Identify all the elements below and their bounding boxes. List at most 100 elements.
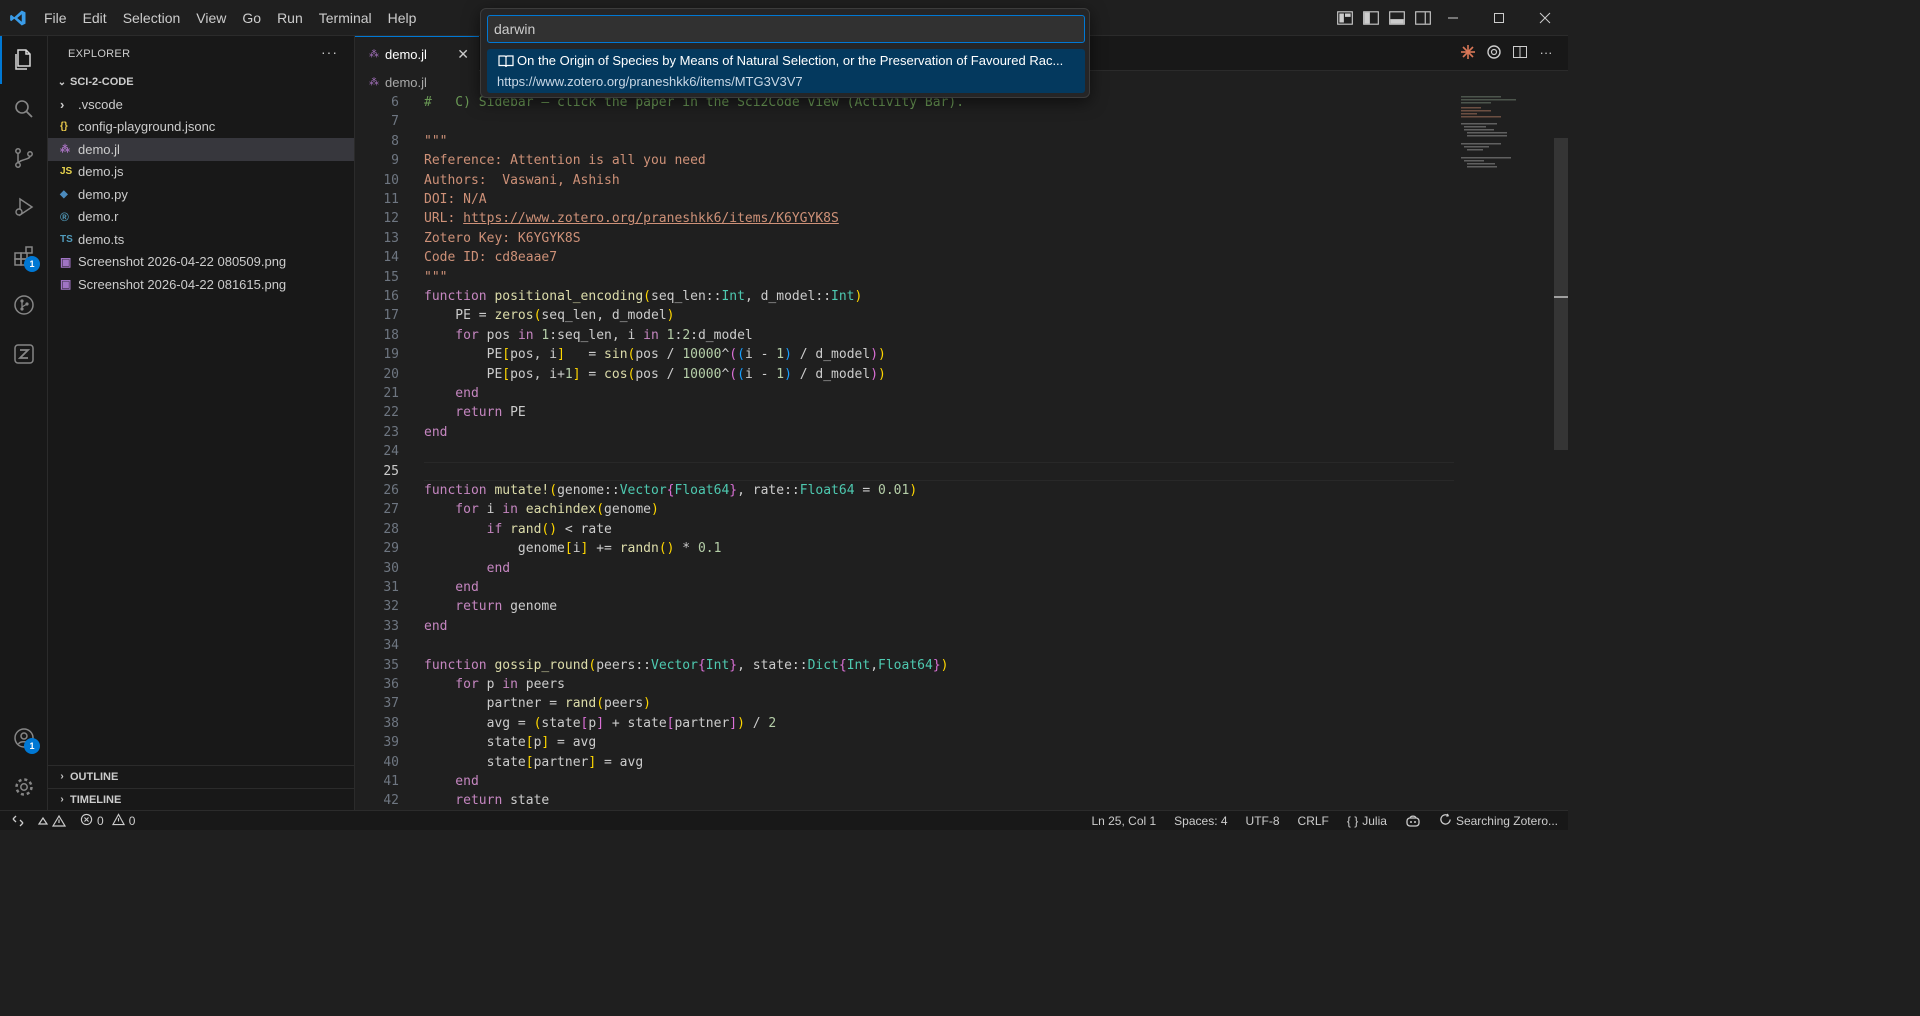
zotero-search-status[interactable]: Searching Zotero... — [1439, 813, 1558, 829]
code-line[interactable]: 31 end — [355, 578, 1455, 597]
code-line[interactable]: 17 PE = zeros(seq_len, d_model) — [355, 306, 1455, 325]
settings-gear-icon[interactable] — [0, 763, 48, 811]
toggle-primary-sidebar-icon[interactable] — [1362, 9, 1380, 27]
code-line[interactable]: 13 Zotero Key: K6YGYK8S — [355, 229, 1455, 248]
code-line[interactable]: 24 — [355, 442, 1455, 461]
code-line[interactable]: 10 Authors: Vaswani, Ashish — [355, 171, 1455, 190]
code-line[interactable]: 14 Code ID: cd8eaae7 — [355, 248, 1455, 267]
tab-demo-jl[interactable]: ⁂ demo.jl ✕ — [355, 36, 479, 71]
menu-run[interactable]: Run — [269, 0, 311, 36]
code-line[interactable]: 27 for i in eachindex(genome) — [355, 500, 1455, 519]
code-line[interactable]: 11 DOI: N/A — [355, 190, 1455, 209]
code-line[interactable]: 38 avg = (state[p] + state[partner]) / 2 — [355, 714, 1455, 733]
maximize-icon[interactable] — [1476, 0, 1522, 36]
menu-help[interactable]: Help — [380, 0, 425, 36]
code-line[interactable]: 32 return genome — [355, 597, 1455, 616]
timeline-section[interactable]: › TIMELINE — [48, 788, 354, 810]
run-debug-icon[interactable] — [0, 183, 48, 231]
code-line[interactable]: 41 end — [355, 772, 1455, 791]
code-line[interactable]: 30 end — [355, 559, 1455, 578]
code-line[interactable]: 7 — [355, 112, 1455, 131]
minimap[interactable] — [1455, 93, 1555, 193]
tree-item-vscode[interactable]: › .vscode — [48, 93, 354, 116]
code-line[interactable]: 22 return PE — [355, 403, 1455, 422]
customize-layout-icon[interactable] — [1336, 9, 1354, 27]
menu-edit[interactable]: Edit — [75, 0, 115, 36]
search-icon[interactable] — [0, 85, 48, 133]
breadcrumb-file[interactable]: demo.jl — [385, 75, 427, 90]
toggle-panel-icon[interactable] — [1388, 9, 1406, 27]
workspace-folder[interactable]: ⌄ SCI-2-CODE — [48, 71, 354, 93]
problems-indicator[interactable]: 0 0 — [80, 812, 135, 829]
extensions-icon[interactable]: 1 — [0, 232, 48, 280]
more-actions-icon[interactable]: ··· — [1538, 44, 1554, 60]
tree-item-demo-py[interactable]: ◆ demo.py — [48, 183, 354, 206]
claude-icon[interactable] — [1460, 44, 1476, 60]
minimize-icon[interactable] — [1430, 0, 1476, 36]
code-token: PE — [424, 366, 503, 382]
close-tab-icon[interactable]: ✕ — [457, 46, 469, 63]
source-control-icon[interactable] — [0, 134, 48, 182]
code-line[interactable]: 23 end — [355, 423, 1455, 442]
code-line[interactable]: 12 URL: https://www.zotero.org/praneshkk6… — [355, 209, 1455, 228]
tree-item-demo-js[interactable]: JS demo.js — [48, 161, 354, 184]
tree-item-demo-ts[interactable]: TS demo.ts — [48, 228, 354, 251]
menu-file[interactable]: File — [36, 0, 75, 36]
git-graph-icon[interactable] — [0, 281, 48, 329]
vertical-scrollbar[interactable] — [1554, 138, 1568, 450]
code-line[interactable]: 9 Reference: Attention is all you need — [355, 151, 1455, 170]
menu-terminal[interactable]: Terminal — [311, 0, 380, 36]
code-line[interactable]: 40 state[partner] = avg — [355, 753, 1455, 772]
language-mode[interactable]: { } Julia — [1347, 814, 1387, 828]
outline-section[interactable]: › OUTLINE — [48, 765, 354, 787]
code-token[interactable]: https://www.zotero.org/praneshkk6/items/… — [463, 211, 839, 226]
code-line[interactable]: 37 partner = rand(peers) — [355, 694, 1455, 713]
code-token: avg = — [424, 715, 534, 731]
code-line[interactable]: 28 if rand() < rate — [355, 520, 1455, 539]
more-actions-icon[interactable]: ··· — [321, 44, 338, 60]
no-ports-icon[interactable] — [36, 814, 66, 828]
code-line[interactable]: 20 PE[pos, i+1] = cos(pos / 10000^((i - … — [355, 365, 1455, 384]
code-line[interactable]: 26 function mutate!(genome::Vector{Float6… — [355, 481, 1455, 500]
code-line[interactable]: 35 function gossip_round(peers::Vector{In… — [355, 656, 1455, 675]
zotero-icon[interactable] — [0, 330, 48, 378]
indentation[interactable]: Spaces: 4 — [1174, 814, 1227, 828]
code-line[interactable]: 39 state[p] = avg — [355, 733, 1455, 752]
code-line[interactable]: 42 return state — [355, 791, 1455, 810]
tree-item-demo-jl[interactable]: ⁂ demo.jl — [48, 138, 354, 161]
code-line[interactable]: 36 for p in peers — [355, 675, 1455, 694]
quick-pick-item[interactable]: On the Origin of Species by Means of Nat… — [487, 49, 1085, 93]
chatgpt-icon[interactable] — [1486, 44, 1502, 60]
accounts-icon[interactable]: 1 — [0, 714, 48, 762]
code-line[interactable]: 33 end — [355, 617, 1455, 636]
code-token: + state — [604, 715, 667, 731]
remote-indicator-icon[interactable] — [0, 811, 36, 831]
code-editor[interactable]: 6 # C) Sidebar — click the paper in the S… — [355, 93, 1568, 810]
code-line[interactable]: 18 for pos in 1:seq_len, i in 1:2:d_mode… — [355, 326, 1455, 345]
menu-go[interactable]: Go — [234, 0, 269, 36]
quick-pick-input[interactable] — [487, 15, 1085, 43]
code-line[interactable]: 25 — [355, 461, 1455, 481]
tree-item-screenshot-2[interactable]: ▣ Screenshot 2026-04-22 081615.png — [48, 273, 354, 296]
code-line[interactable]: 16 function positional_encoding(seq_len::… — [355, 287, 1455, 306]
tree-item-config-playground[interactable]: {} config-playground.jsonc — [48, 116, 354, 139]
copilot-icon[interactable] — [1405, 814, 1421, 828]
split-editor-icon[interactable] — [1512, 44, 1528, 60]
menu-view[interactable]: View — [188, 0, 234, 36]
code-line[interactable]: 19 PE[pos, i] = sin(pos / 10000^((i - 1)… — [355, 345, 1455, 364]
code-line[interactable]: 15 """ — [355, 268, 1455, 287]
code-line[interactable]: 34 — [355, 636, 1455, 655]
code-token: , d_model:: — [744, 289, 832, 304]
line-ending[interactable]: CRLF — [1298, 814, 1329, 828]
code-line[interactable]: 29 genome[i] += randn() * 0.1 — [355, 539, 1455, 558]
explorer-icon[interactable] — [0, 36, 48, 84]
encoding[interactable]: UTF-8 — [1246, 814, 1280, 828]
code-line[interactable]: 21 end — [355, 384, 1455, 403]
tree-item-screenshot-1[interactable]: ▣ Screenshot 2026-04-22 080509.png — [48, 251, 354, 274]
tree-item-demo-r[interactable]: ® demo.r — [48, 206, 354, 229]
code-line[interactable]: 8 """ — [355, 132, 1455, 151]
timeline-label: TIMELINE — [70, 793, 122, 806]
cursor-position[interactable]: Ln 25, Col 1 — [1091, 814, 1156, 828]
close-window-icon[interactable] — [1522, 0, 1568, 36]
menu-selection[interactable]: Selection — [115, 0, 189, 36]
